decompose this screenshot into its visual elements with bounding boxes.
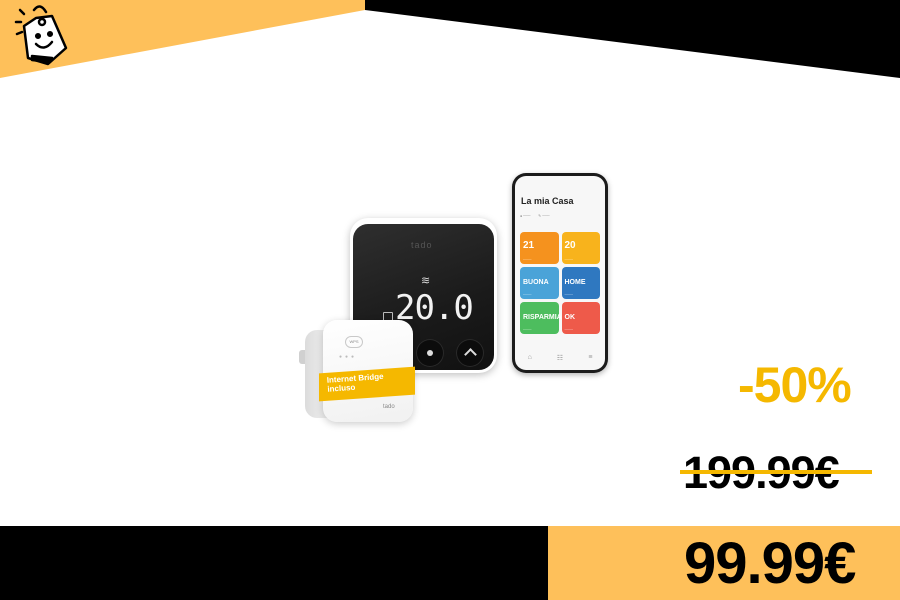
app-tile: HOME ──── [561, 267, 600, 299]
tile-value: 20 [564, 240, 576, 251]
tile-value: OK [564, 314, 576, 321]
tile-value: HOME [564, 279, 586, 286]
wps-button: WPS [345, 336, 363, 348]
bottom-banner-black [0, 526, 548, 600]
tile-value: RISPARMIA [523, 314, 562, 321]
thermostat-brand: tado [411, 240, 433, 250]
new-price: 99.99€ [684, 531, 856, 596]
app-tile: RISPARMIA ──── [520, 302, 562, 334]
smartphone: La mia Casa ● ─── ✎ ─── 21 ──── 20 ──── … [512, 173, 608, 373]
top-banner [0, 0, 900, 78]
app-tile: 21 ──── [520, 232, 559, 264]
discount-badge: -50% [738, 357, 852, 413]
strikethrough-line [680, 470, 872, 474]
status-leds: ●●● [339, 354, 358, 360]
menu-icon: ≡ [588, 354, 593, 361]
heating-icon: ≋ [421, 275, 431, 287]
app-nav-bar: ⌂ ☷ ≡ [515, 354, 605, 362]
thermostat-up-button [456, 339, 484, 367]
product-image: tado ≋ 20.0 WPS ●●● Internet Bridge incl… [245, 168, 655, 430]
app-tile: 20 ──── [561, 232, 600, 264]
internet-bridge: WPS ●●● Internet Bridge incluso tado [299, 320, 415, 424]
tile-value: BUONA [523, 279, 549, 286]
app-tile: BUONA ──── [520, 267, 559, 299]
grid-icon: ☷ [556, 355, 564, 362]
app-status-row: ● ─── ✎ ─── [520, 214, 550, 218]
app-tile: OK ──── [561, 302, 600, 334]
tile-value: 21 [523, 240, 535, 251]
thermostat-select-button [416, 339, 444, 367]
price-tag-mascot-icon [12, 4, 74, 70]
app-title: La mia Casa [521, 196, 574, 206]
bridge-brand: tado [383, 404, 395, 410]
app-tile-grid: 21 ──── 20 ──── BUONA ──── HOME ──── RIS… [520, 232, 600, 334]
app-screen: La mia Casa ● ─── ✎ ─── 21 ──── 20 ──── … [515, 176, 605, 370]
home-icon: ⌂ [527, 354, 532, 361]
